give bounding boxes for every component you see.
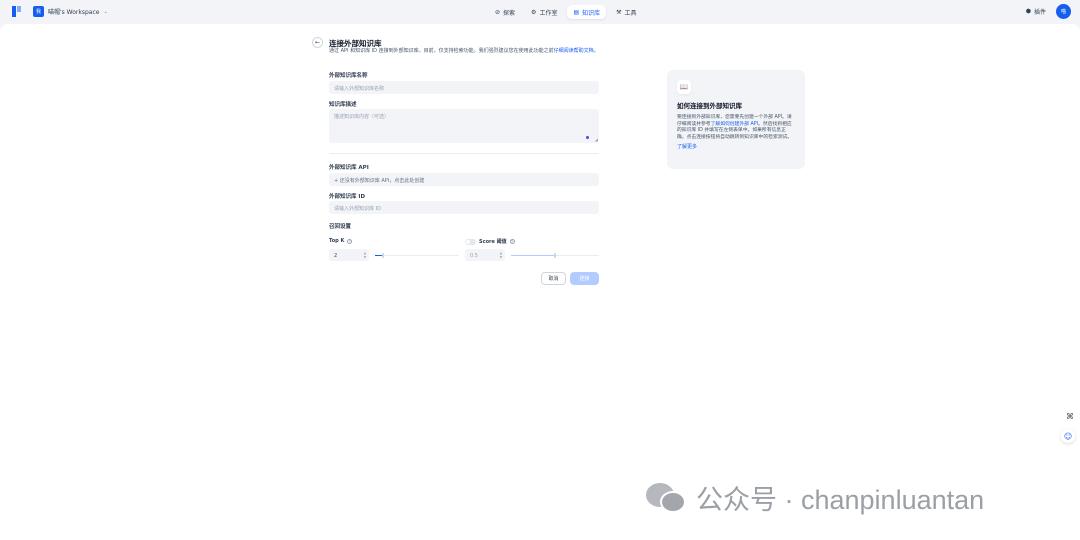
header-actions: ⬢ 插件 喵 — [1026, 4, 1071, 19]
top-k-value: 2 — [334, 252, 338, 259]
user-avatar[interactable]: 喵 — [1056, 4, 1071, 19]
workspace-name: 喵帽's Workspace — [48, 9, 100, 16]
create-api-button[interactable]: + 还没有外部知识库 API，点击此处创建 — [329, 173, 599, 186]
tools-icon: ⚒ — [616, 8, 622, 16]
nav-explore[interactable]: ⊘ 探索 — [489, 5, 521, 19]
knowledge-id-label: 外部知识库 ID — [329, 194, 366, 200]
back-button[interactable]: ← — [312, 37, 323, 48]
main-nav: ⊘ 探索 ⚙ 工作室 ▤ 知识库 ⚒ 工具 — [489, 5, 643, 19]
wechat-logo-icon — [646, 481, 688, 515]
top-k-input[interactable]: 2 ▲ ▼ — [329, 249, 369, 261]
page-description: 通过 API 和知识库 ID 连接到外部知识库。目前，仅支持检索功能。我们强烈建… — [329, 48, 601, 55]
plugins-label: 插件 — [1033, 9, 1046, 16]
score-slider-handle[interactable] — [554, 253, 556, 258]
help-card-title: 如何连接到外部知识库 — [677, 102, 742, 110]
stepper-arrows-icon[interactable]: ▲ ▼ — [364, 251, 366, 259]
nav-explore-label: 探索 — [503, 9, 516, 17]
nav-tools-label: 工具 — [624, 9, 637, 17]
create-api-link[interactable]: 了解如何创建外部 API — [711, 122, 759, 127]
score-slider[interactable] — [511, 253, 599, 258]
nav-studio-label: 工作室 — [539, 9, 558, 17]
chevron-down-icon: ⌄ — [103, 8, 108, 15]
book-icon: 📖 — [677, 80, 691, 94]
plugin-icon: ⬢ — [1025, 8, 1031, 15]
score-value: 0.5 — [470, 252, 478, 259]
nav-studio[interactable]: ⚙ 工作室 — [525, 5, 563, 19]
name-label: 外部知识库名称 — [329, 73, 368, 79]
nav-tools[interactable]: ⚒ 工具 — [610, 5, 642, 19]
nav-knowledge[interactable]: ▤ 知识库 — [567, 5, 607, 19]
studio-icon: ⚙ — [531, 8, 537, 16]
api-label: 外部知识库 API — [329, 165, 369, 171]
explore-icon: ⊘ — [495, 8, 501, 16]
chatbot-icon[interactable]: ☺ — [1061, 429, 1075, 443]
plugins-button[interactable]: ⬢ 插件 — [1026, 7, 1046, 16]
top-k-label: Top K — [329, 238, 345, 244]
stepper-arrows-icon[interactable]: ▲ ▼ — [500, 251, 502, 259]
workspace-avatar: 我 — [33, 6, 44, 17]
knowledge-icon: ▤ — [573, 8, 580, 16]
retrieval-settings-label: 召回设置 — [329, 224, 352, 230]
workspace-switcher[interactable]: 我 喵帽's Workspace ⌄ — [33, 6, 108, 17]
description-label: 知识库描述 — [329, 102, 357, 108]
top-bar: 我 喵帽's Workspace ⌄ ⊘ 探索 ⚙ 工作室 ▤ 知识库 ⚒ 工具… — [0, 0, 1080, 24]
cancel-button[interactable]: 取消 — [541, 272, 566, 285]
watermark-text: 公众号 · chanpinluantan — [696, 485, 985, 515]
description-text: 通过 API 和知识库 ID 连接到外部知识库。目前，仅支持检索功能。我们强烈建… — [329, 48, 554, 54]
arrow-left-icon: ← — [314, 39, 321, 46]
score-label: Score 阈值 — [479, 239, 507, 245]
score-slider-fill — [511, 255, 555, 256]
description-placeholder: 描述知识库内容（可选） — [334, 114, 390, 120]
help-circle-icon[interactable]: ? — [347, 238, 353, 244]
score-label-row: Score 阈值 ? — [465, 238, 515, 245]
grid-icon[interactable]: ⌘ — [1066, 412, 1074, 421]
help-card: 📖 如何连接到外部知识库 要连接到外部知识库，您需要先创建一个外部 API。请仔… — [667, 70, 805, 169]
connect-button[interactable]: 连接 — [570, 272, 599, 285]
help-circle-icon[interactable]: ? — [509, 239, 515, 244]
learn-more-link[interactable]: 了解更多 — [677, 143, 795, 150]
top-k-label-row: Top K ? — [329, 238, 353, 244]
nav-knowledge-label: 知识库 — [582, 9, 601, 17]
divider — [329, 153, 599, 154]
knowledge-id-input[interactable]: 请输入外部知识库 ID — [329, 201, 599, 214]
grammarly-dot-icon — [586, 136, 589, 139]
app-logo-icon[interactable] — [12, 6, 22, 17]
resize-handle-icon[interactable]: ◢ — [595, 137, 598, 142]
help-card-text: 要连接到外部知识库，您需要先创建一个外部 API。请仔细阅读并参考了解如何创建外… — [677, 115, 795, 141]
description-textarea[interactable]: 描述知识库内容（可选） ◢ — [329, 109, 599, 143]
top-k-slider[interactable] — [375, 253, 459, 258]
score-toggle[interactable] — [465, 238, 476, 245]
help-doc-link[interactable]: 仔细阅读帮助文档。 — [554, 48, 599, 54]
main-panel: ← 连接外部知识库 通过 API 和知识库 ID 连接到外部知识库。目前，仅支持… — [0, 24, 1080, 540]
name-input[interactable]: 请输入外部知识库名称 — [329, 81, 599, 94]
top-k-slider-handle[interactable] — [382, 253, 385, 258]
score-input[interactable]: 0.5 ▲ ▼ — [465, 249, 505, 261]
watermark: 公众号 · chanpinluantan — [646, 478, 984, 517]
